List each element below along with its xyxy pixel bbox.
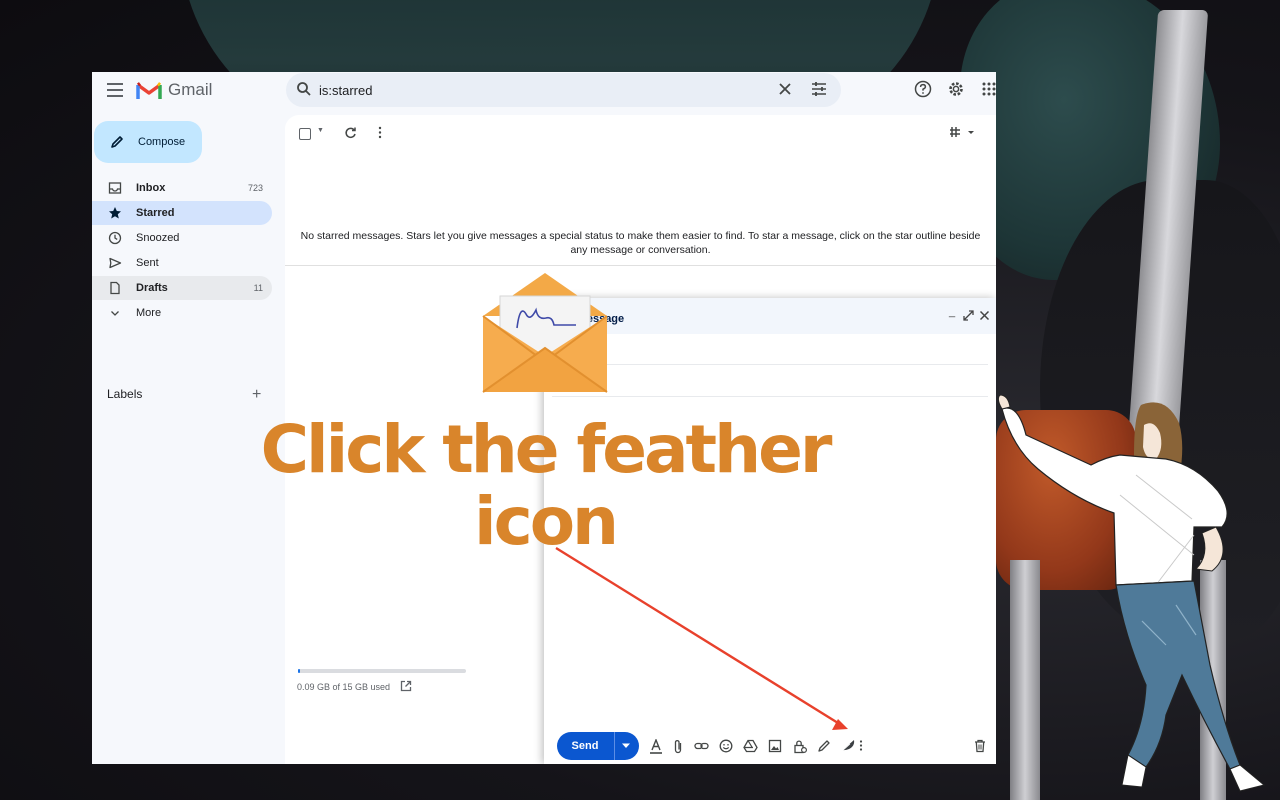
woman-illustration bbox=[997, 395, 1266, 792]
